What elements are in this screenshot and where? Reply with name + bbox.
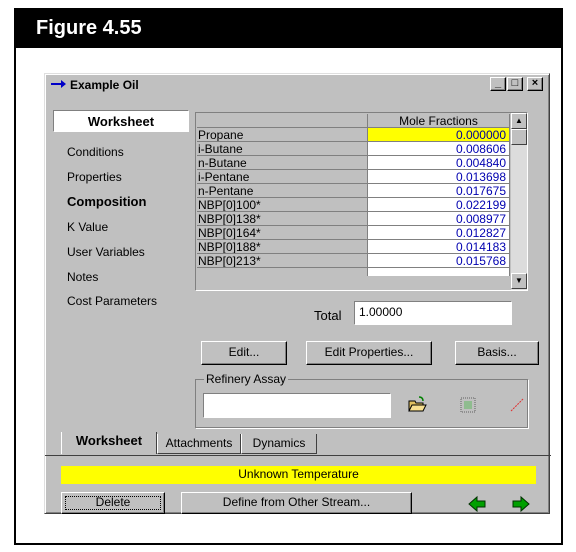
nav-item-cost-parameters[interactable]: Cost Parameters <box>67 294 157 308</box>
mole-fraction-cell[interactable]: 0.004840 <box>368 156 510 170</box>
status-bar: Unknown Temperature <box>61 466 536 484</box>
left-arrow-icon[interactable] <box>463 493 493 515</box>
mole-fraction-cell[interactable]: 0.008977 <box>368 212 510 226</box>
component-name[interactable]: NBP[0]100* <box>197 198 368 212</box>
component-name[interactable]: Propane <box>197 128 368 142</box>
close-button[interactable]: × <box>527 77 543 91</box>
define-from-other-stream-button[interactable]: Define from Other Stream... <box>181 492 412 514</box>
table-row[interactable]: n-Butane 0.004840 <box>197 156 510 170</box>
restore-button[interactable]: □ <box>507 77 523 91</box>
table-row[interactable]: NBP[0]213* 0.015768 <box>197 254 510 268</box>
grid-icon[interactable] <box>458 395 478 415</box>
mole-fraction-cell[interactable]: 0.022199 <box>368 198 510 212</box>
mole-fraction-cell[interactable]: 0.017675 <box>368 184 510 198</box>
tab-dynamics[interactable]: Dynamics <box>241 434 317 454</box>
component-name[interactable]: NBP[0]164* <box>197 226 368 240</box>
basis-button[interactable]: Basis... <box>455 341 539 365</box>
component-name[interactable]: n-Pentane <box>197 184 368 198</box>
edit-properties-button[interactable]: Edit Properties... <box>306 341 432 365</box>
nav-item-conditions[interactable]: Conditions <box>67 145 124 159</box>
grid-vertical-scrollbar[interactable]: ▲ ▼ <box>511 113 527 290</box>
mole-fraction-cell-partial[interactable] <box>368 268 510 276</box>
component-name-partial[interactable] <box>197 268 368 276</box>
table-row[interactable]: i-Butane 0.008606 <box>197 142 510 156</box>
right-arrow-icon[interactable] <box>505 493 535 515</box>
figure-label: Figure 4.55 <box>14 8 563 48</box>
component-name[interactable]: i-Pentane <box>197 170 368 184</box>
composition-grid: Mole Fractions Propane 0.000000 i-Butane… <box>195 112 528 291</box>
mole-fraction-cell[interactable]: 0.014183 <box>368 240 510 254</box>
component-name[interactable]: n-Butane <box>197 156 368 170</box>
stream-window: Example Oil _ □ × Worksheet Conditions P… <box>44 73 551 515</box>
table-row[interactable]: NBP[0]164* 0.012827 <box>197 226 510 240</box>
component-name[interactable]: i-Butane <box>197 142 368 156</box>
nav-header: Worksheet <box>53 110 189 132</box>
column-header-mole-fractions[interactable]: Mole Fractions <box>368 114 510 128</box>
table-row-partial[interactable] <box>197 268 510 276</box>
minimize-button[interactable]: _ <box>490 77 506 91</box>
tab-worksheet[interactable]: Worksheet <box>61 432 157 454</box>
total-field: 1.00000 <box>354 301 512 325</box>
mole-fraction-cell[interactable]: 0.012827 <box>368 226 510 240</box>
component-name[interactable]: NBP[0]213* <box>197 254 368 268</box>
tab-attachments[interactable]: Attachments <box>157 434 241 454</box>
scroll-thumb[interactable] <box>511 129 527 145</box>
grid-corner <box>197 114 368 128</box>
nav-item-user-variables[interactable]: User Variables <box>67 245 145 259</box>
nav-item-k-value[interactable]: K Value <box>67 220 108 234</box>
tab-strip-line <box>45 455 551 456</box>
nav-item-properties[interactable]: Properties <box>67 170 122 184</box>
total-label: Total <box>314 308 342 323</box>
mole-fraction-cell[interactable]: 0.013698 <box>368 170 510 184</box>
delete-button[interactable]: Delete <box>61 492 165 514</box>
refinery-assay-label: Refinery Assay <box>204 372 289 386</box>
mole-fraction-cell[interactable]: 0.008606 <box>368 142 510 156</box>
nav-item-composition[interactable]: Composition <box>67 194 146 209</box>
blue-arrow-icon <box>51 80 66 88</box>
red-line-icon[interactable] <box>507 395 527 415</box>
nav-item-notes[interactable]: Notes <box>67 270 98 284</box>
grid-header-row: Mole Fractions <box>197 114 510 128</box>
refinery-assay-group: Refinery Assay <box>195 372 528 428</box>
table-row[interactable]: n-Pentane 0.017675 <box>197 184 510 198</box>
worksheet-nav: Worksheet Conditions Properties Composit… <box>53 110 193 423</box>
tab-strip: Worksheet Attachments Dynamics <box>45 432 551 458</box>
refinery-assay-field[interactable] <box>203 393 391 418</box>
component-name[interactable]: NBP[0]138* <box>197 212 368 226</box>
component-name[interactable]: NBP[0]188* <box>197 240 368 254</box>
edit-button[interactable]: Edit... <box>201 341 287 365</box>
table-row[interactable]: NBP[0]100* 0.022199 <box>197 198 510 212</box>
scroll-up-arrow-icon[interactable]: ▲ <box>511 113 527 129</box>
table-row[interactable]: Propane 0.000000 <box>197 128 510 142</box>
window-title: Example Oil <box>70 78 139 92</box>
title-bar[interactable]: Example Oil _ □ × <box>47 76 547 94</box>
table-row[interactable]: NBP[0]138* 0.008977 <box>197 212 510 226</box>
table-row[interactable]: NBP[0]188* 0.014183 <box>197 240 510 254</box>
scroll-down-arrow-icon[interactable]: ▼ <box>511 273 527 289</box>
mole-fraction-cell[interactable]: 0.015768 <box>368 254 510 268</box>
table-row[interactable]: i-Pentane 0.013698 <box>197 170 510 184</box>
mole-fraction-cell[interactable]: 0.000000 <box>368 128 510 142</box>
open-folder-icon[interactable] <box>407 395 427 415</box>
